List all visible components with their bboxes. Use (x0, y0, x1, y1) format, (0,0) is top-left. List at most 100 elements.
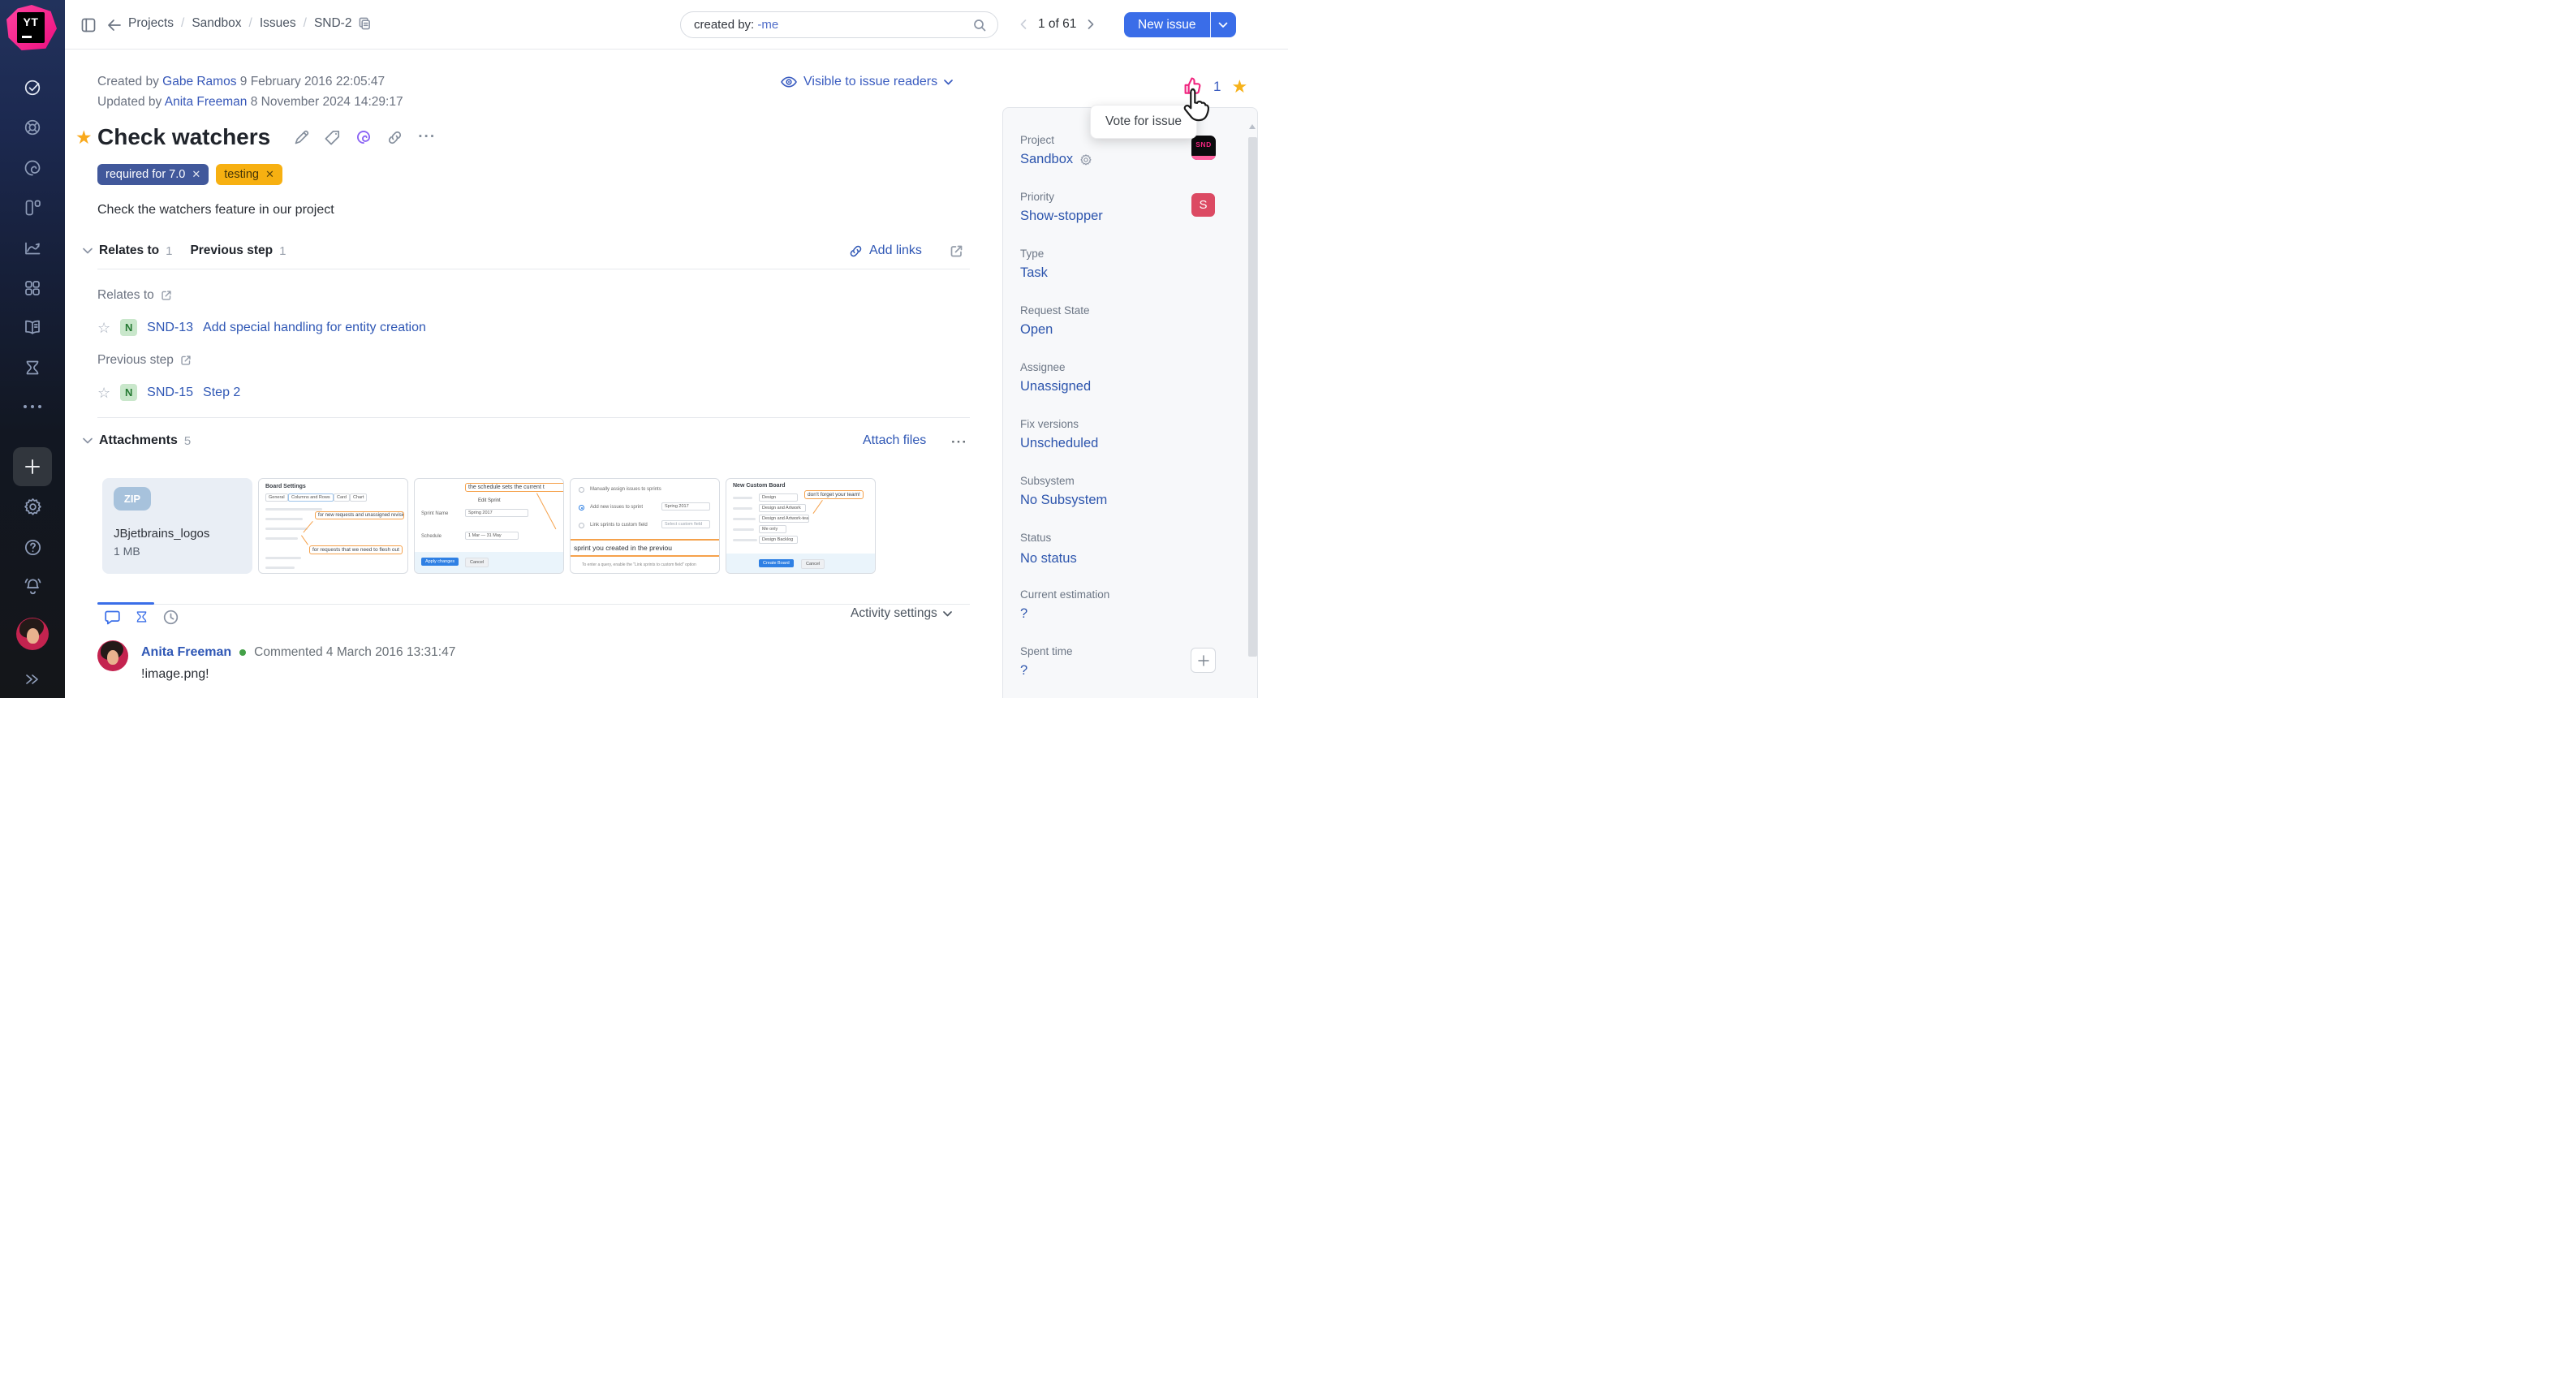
comment-author-avatar[interactable] (97, 640, 128, 671)
external-link-icon[interactable] (161, 290, 172, 301)
star-filled-icon[interactable]: ★ (1231, 78, 1247, 96)
logo-yt: YT (17, 12, 45, 43)
new-issue-button[interactable]: New issue (1124, 12, 1210, 37)
visibility-selector[interactable]: Visible to issue readers (781, 75, 953, 89)
field-value-type[interactable]: Task (1020, 265, 1048, 281)
timesheets-hourglass-icon[interactable] (0, 358, 65, 377)
attachment-zip[interactable]: ZIP JBjetbrains_logos 1 MB (102, 478, 252, 574)
remove-tag-icon[interactable]: ✕ (192, 168, 200, 181)
attachment-image-thumb[interactable]: the schedule sets the current t Edit Spr… (414, 478, 564, 574)
remove-tag-icon[interactable]: ✕ (265, 168, 274, 181)
thumb-callout: for new requests and unassigned revision… (315, 511, 404, 519)
field-value-project[interactable]: Sandbox (1020, 152, 1092, 167)
comment-action: Commented (254, 645, 322, 659)
collapse-chevron-icon[interactable] (83, 248, 93, 254)
edit-pencil-icon[interactable] (294, 130, 309, 145)
user-avatar[interactable] (16, 618, 49, 650)
cursor-pointer-hand (1178, 86, 1214, 125)
breadcrumb-issues[interactable]: Issues (260, 16, 296, 31)
copy-id-icon[interactable] (359, 17, 371, 30)
field-value-text: No status (1020, 551, 1077, 567)
linked-issue-summary[interactable]: Add special handling for entity creation (203, 321, 426, 335)
updated-user-link[interactable]: Anita Freeman (165, 95, 248, 109)
helpdesk-lifebuoy-icon[interactable] (0, 118, 65, 137)
eye-icon (781, 75, 797, 88)
issues-check-icon[interactable] (0, 78, 65, 97)
tab-history-icon[interactable] (163, 610, 179, 625)
apps-grid-icon[interactable] (0, 278, 65, 298)
field-value-request-state[interactable]: Open (1020, 322, 1053, 338)
star-outline-icon[interactable]: ☆ (97, 386, 110, 400)
chevron-down-icon (943, 611, 952, 617)
star-issue-toggle[interactable]: ★ (75, 128, 93, 147)
attachment-image-thumb[interactable]: Manually assign issues to sprints Add ne… (570, 478, 720, 574)
knowledge-base-book-icon[interactable] (0, 318, 65, 338)
more-dots-icon[interactable] (0, 403, 65, 411)
notifications-bell-icon[interactable] (0, 576, 65, 597)
expand-chevrons-icon[interactable] (0, 672, 65, 687)
ai-spiral-icon[interactable] (355, 129, 372, 145)
sidebar-toggle-icon[interactable] (81, 18, 96, 32)
next-issue-icon[interactable] (1086, 19, 1096, 30)
breadcrumb-issue-id[interactable]: SND-2 (314, 16, 352, 31)
scrollbar-up-arrow[interactable] (1249, 124, 1256, 129)
linked-issue-summary[interactable]: Step 2 (203, 386, 240, 400)
tab-spent-time-icon[interactable] (134, 609, 149, 625)
links-tab-relates[interactable]: Relates to (99, 243, 159, 258)
back-arrow-icon[interactable] (107, 18, 122, 32)
linked-issue-id[interactable]: SND-13 (147, 321, 193, 335)
search-input[interactable]: created by: -me (680, 11, 998, 38)
agile-boards-icon[interactable] (0, 198, 65, 218)
created-user-link[interactable]: Gabe Ramos (162, 75, 236, 88)
field-value-spent-time[interactable]: ? (1020, 663, 1027, 679)
star-outline-icon[interactable]: ☆ (97, 321, 110, 335)
collapse-chevron-icon[interactable] (83, 437, 93, 444)
new-issue-split-button: New issue (1124, 12, 1236, 37)
thumb-field: 1 Mar — 31 May (465, 532, 519, 540)
settings-gear-icon[interactable] (0, 497, 65, 517)
comment-author-link[interactable]: Anita Freeman (141, 645, 231, 660)
tab-comments-icon[interactable] (105, 610, 120, 625)
linked-issue-id[interactable]: SND-15 (147, 386, 193, 400)
tag-icon[interactable] (325, 130, 340, 145)
more-actions-icon[interactable]: ··· (418, 132, 436, 141)
external-link-icon[interactable] (180, 355, 192, 366)
links-tab-previous[interactable]: Previous step (190, 243, 273, 258)
prev-issue-icon[interactable] (1019, 19, 1028, 30)
field-value-assignee[interactable]: Unassigned (1020, 379, 1091, 394)
add-spent-time-button[interactable] (1191, 648, 1216, 673)
breadcrumb-sandbox[interactable]: Sandbox (192, 16, 241, 31)
issue-fields-panel: Project Sandbox SND Priority Show-stoppe… (1002, 107, 1258, 698)
tag-testing[interactable]: testing ✕ (216, 164, 282, 185)
attachment-image-thumb[interactable]: New Custom Board Design Design and Artwo… (726, 478, 876, 574)
field-value-status[interactable]: No status (1020, 551, 1077, 567)
pulse-spiral-icon[interactable] (0, 158, 65, 178)
field-value-current-estimation[interactable]: ? (1020, 606, 1027, 622)
field-value-fix-versions[interactable]: Unscheduled (1020, 436, 1098, 451)
attach-files-button[interactable]: Attach files (863, 433, 926, 448)
field-value-subsystem[interactable]: No Subsystem (1020, 493, 1107, 508)
activity-settings-button[interactable]: Activity settings (851, 606, 952, 621)
link-icon[interactable] (387, 130, 403, 145)
field-value-priority[interactable]: Show-stopper (1020, 209, 1103, 224)
scrollbar-thumb[interactable] (1248, 137, 1257, 657)
project-settings-gear-icon[interactable] (1079, 153, 1092, 166)
issue-description[interactable]: Check the watchers feature in our projec… (97, 203, 334, 218)
open-links-external-icon[interactable] (950, 244, 963, 258)
reports-trend-icon[interactable] (0, 239, 65, 258)
breadcrumb-projects[interactable]: Projects (128, 16, 174, 31)
new-issue-dropdown[interactable] (1210, 12, 1236, 37)
attachments-more-icon[interactable]: ··· (951, 438, 967, 446)
tag-required-for-70[interactable]: required for 7.0 ✕ (97, 164, 209, 185)
created-prefix: Created by (97, 75, 159, 88)
add-links-button[interactable]: Add links (849, 243, 922, 258)
create-plus-button[interactable] (13, 447, 52, 486)
panel-scrollbar[interactable] (1248, 119, 1257, 697)
comment-body[interactable]: !image.png! (141, 667, 209, 682)
breadcrumb-separator: / (181, 16, 184, 31)
search-icon[interactable] (973, 19, 986, 32)
help-icon[interactable] (0, 537, 65, 558)
youtrack-logo[interactable]: YT (6, 5, 57, 50)
created-date: 9 February 2016 22:05:47 (240, 75, 385, 88)
attachment-image-thumb[interactable]: Board Settings General Columns and Rows … (258, 478, 408, 574)
